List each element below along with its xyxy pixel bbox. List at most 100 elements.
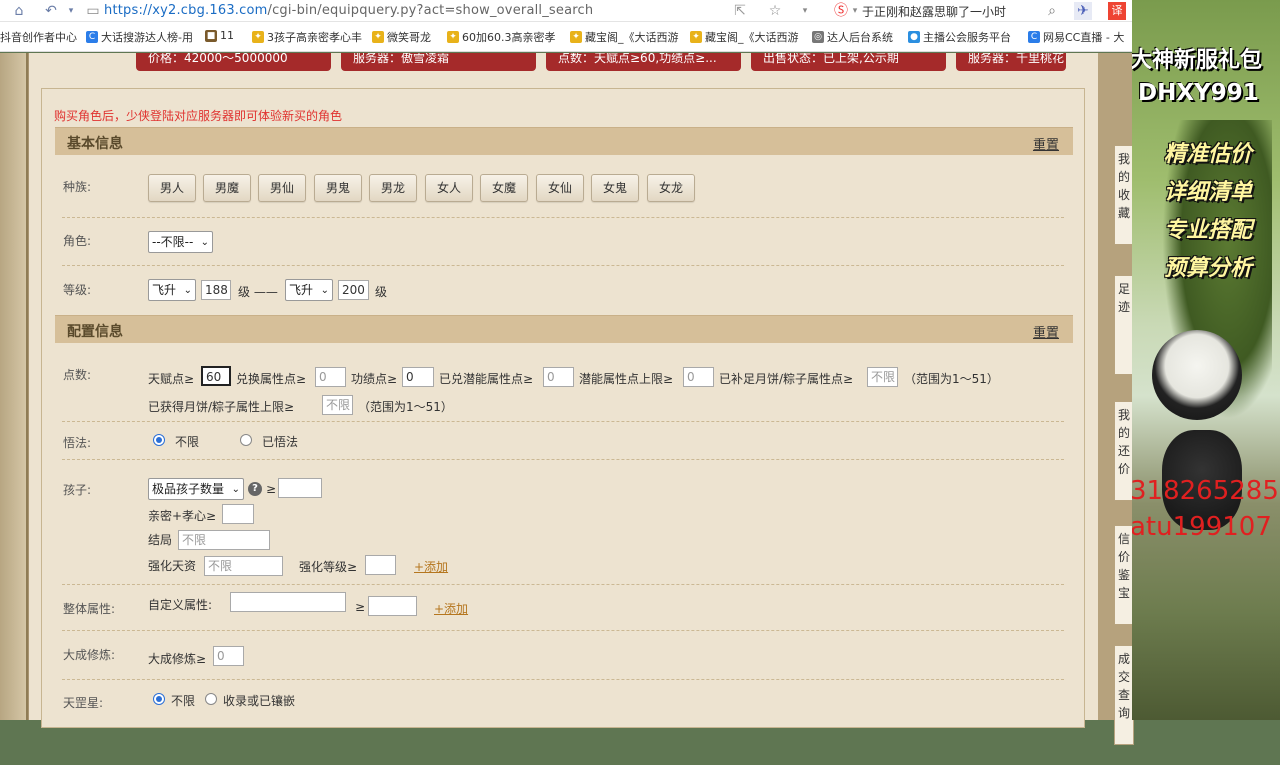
child-label: 孩子: [63, 483, 92, 497]
mooncake-cap-input[interactable]: 不限 [322, 395, 353, 415]
reset-config-button[interactable]: 重置 [1033, 322, 1059, 341]
wufa-radio-any[interactable] [153, 434, 165, 446]
ad-feature-1: 精准估价 [1164, 142, 1253, 167]
race-button-nanxian[interactable]: 男仙 [258, 174, 306, 202]
game-icon: ✦ [690, 31, 702, 43]
exchange-input[interactable]: 0 [315, 367, 346, 387]
filter-chip-status[interactable]: 出售状态：已上架,公示期 [751, 53, 946, 71]
race-button-nvxian[interactable]: 女仙 [536, 174, 584, 202]
bookmark-9[interactable]: ● 主播公会服务平台 [908, 29, 1011, 45]
custom-attr-value-input[interactable] [368, 596, 417, 616]
wufa-radio-done[interactable] [240, 434, 252, 446]
game-icon: ✦ [570, 31, 582, 43]
level-to-type-select[interactable]: 飞升 ⌄ [285, 279, 333, 301]
talent-input[interactable]: 60 [201, 366, 231, 386]
potential-cap-input[interactable]: 0 [683, 367, 714, 387]
filter-chip-server-2[interactable]: 服务器：千里桃花 [956, 53, 1066, 71]
filter-chip-points[interactable]: 点数：天赋点≥60,功绩点≥... [546, 53, 741, 71]
custom-attr-label: 自定义属性: [148, 598, 213, 612]
news-ticker[interactable]: 于正刚和赵露思聊了一小时 [862, 3, 1006, 20]
mooncake-label: 已补足月饼/粽子属性点≥ [719, 372, 854, 386]
bookmark-4[interactable]: ✦ 微笑哥龙 [372, 29, 431, 45]
race-button-nangui[interactable]: 男鬼 [314, 174, 362, 202]
role-select[interactable]: --不限-- ⌄ [148, 231, 213, 253]
page-icon: ▭ [86, 3, 100, 19]
race-button-nvren[interactable]: 女人 [425, 174, 473, 202]
merit-input[interactable]: 0 [402, 367, 434, 387]
chevron-down-icon: ⌄ [183, 285, 192, 296]
chevron-down-icon[interactable]: ▾ [796, 2, 814, 20]
ad-code: DHXY991 [1138, 80, 1259, 106]
bookmark-1[interactable]: C 大话搜游达人榜-用 [86, 29, 193, 45]
home-icon[interactable]: ⌂ [10, 2, 28, 20]
bookmark-3[interactable]: ✦ 3孩子高亲密孝心丰 [252, 29, 362, 45]
bookmark-0[interactable]: 抖音创作者中心 [0, 29, 77, 45]
role-label: 角色: [63, 234, 92, 248]
level-unit: 级 [375, 285, 388, 299]
enhance-input[interactable]: 不限 [204, 556, 283, 576]
wufa-option-done: 已悟法 [262, 435, 299, 449]
side-nav-history[interactable]: 足迹 [1114, 275, 1134, 375]
level-from-type-select[interactable]: 飞升 ⌄ [148, 279, 196, 301]
share-icon[interactable]: ⇱ [731, 2, 749, 20]
add-child-filter-link[interactable]: +添加 [414, 558, 448, 575]
filter-chip-server[interactable]: 服务器：傲雪凌霜 [341, 53, 536, 71]
bookmark-10[interactable]: C 网易CC直播 - 大 [1028, 29, 1124, 45]
game-icon: ✦ [372, 31, 384, 43]
level-from-input[interactable]: 188 [201, 280, 231, 300]
custom-attr-input[interactable] [230, 592, 346, 612]
divider [62, 217, 1064, 218]
potential-input[interactable]: 0 [543, 367, 574, 387]
undo-icon[interactable]: ↶ [42, 2, 60, 20]
cultivate-input[interactable]: 0 [213, 646, 244, 666]
intimacy-label: 亲密+孝心≥ [148, 509, 217, 523]
translate-icon[interactable]: 译 [1108, 2, 1126, 20]
child-type-select[interactable]: 极品孩子数量 ⌄ [148, 478, 244, 500]
help-icon[interactable]: ? [248, 482, 262, 496]
side-nav-favorites[interactable]: 我的收藏 [1114, 145, 1134, 245]
address-bar[interactable]: https://xy2.cbg.163.com/cgi-bin/equipque… [104, 3, 593, 18]
star-radio-embedded[interactable] [205, 693, 217, 705]
side-nav-appraise[interactable]: 信价鉴宝 [1114, 525, 1134, 625]
race-button-nvlong[interactable]: 女龙 [647, 174, 695, 202]
chevron-down-icon[interactable]: ▾ [62, 2, 80, 20]
add-attr-filter-link[interactable]: +添加 [434, 600, 468, 617]
range-note: （范围为1～51） [904, 372, 999, 386]
race-button-nanmo[interactable]: 男魔 [203, 174, 251, 202]
star-icon[interactable]: ☆ [766, 2, 784, 20]
side-nav-bargain[interactable]: 我的还价 [1114, 401, 1134, 501]
star-label: 天罡星: [63, 696, 104, 710]
level-label: 等级: [63, 283, 92, 297]
chevron-down-icon: ⌄ [320, 285, 329, 296]
ad-contact-qq: 318265285 [1132, 476, 1279, 506]
globe-icon: ◎ [812, 31, 824, 43]
intimacy-input[interactable] [222, 504, 254, 524]
level-to-input[interactable]: 200 [338, 280, 369, 300]
bookmark-7[interactable]: ✦ 藏宝阁_《大话西游 [690, 29, 799, 45]
site-icon: C [1028, 31, 1040, 43]
bookmark-6[interactable]: ✦ 藏宝阁_《大话西游 [570, 29, 679, 45]
exchange-label: 兑换属性点≥ [236, 372, 307, 386]
race-button-nvmo[interactable]: 女魔 [480, 174, 528, 202]
star-radio-any[interactable] [153, 693, 165, 705]
race-button-nvgui[interactable]: 女鬼 [591, 174, 639, 202]
reset-basic-button[interactable]: 重置 [1033, 134, 1059, 153]
search-icon[interactable]: ⌕ [1043, 2, 1061, 20]
bookmark-8[interactable]: ◎ 达人后台系统 [812, 29, 893, 45]
filter-chip-price[interactable]: 价格：42000～5000000 [136, 53, 331, 71]
extension-icon[interactable]: ✈ [1074, 2, 1092, 20]
mooncake-input[interactable]: 不限 [867, 367, 898, 387]
enhance-level-input[interactable] [365, 555, 396, 575]
game-icon: ✦ [252, 31, 264, 43]
race-button-nanren[interactable]: 男人 [148, 174, 196, 202]
divider [62, 630, 1064, 631]
race-button-nanlong[interactable]: 男龙 [369, 174, 417, 202]
merit-label: 功绩点≥ [351, 372, 398, 386]
bookmark-5[interactable]: ✦ 60加60.3高亲密孝 [447, 29, 556, 45]
ad-feature-2: 详细清单 [1164, 180, 1253, 205]
level-separator: 级 —— [238, 285, 278, 299]
ending-input[interactable]: 不限 [178, 530, 270, 550]
side-nav-deals[interactable]: 成交查询 [1114, 645, 1134, 745]
child-count-input[interactable] [278, 478, 322, 498]
bookmark-2[interactable]: ■ 11 [205, 29, 234, 42]
